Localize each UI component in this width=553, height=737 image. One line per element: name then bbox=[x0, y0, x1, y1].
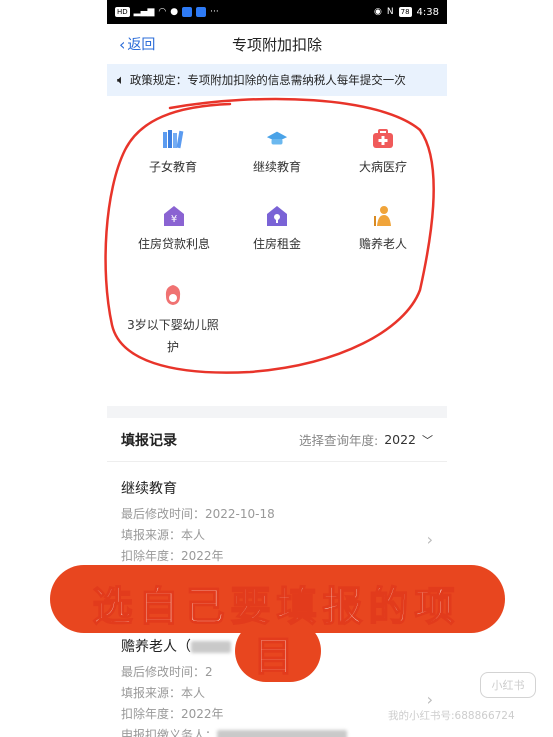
chevron-down-icon: ﹀ bbox=[422, 433, 433, 447]
notice-text: 政策规定：专项附加扣除的信息需纳税人每年提交一次 bbox=[129, 73, 406, 87]
record-withholding-agent: 申报扣缴义务人： bbox=[121, 725, 433, 737]
record-year: 扣除年度：2022年 bbox=[121, 549, 224, 563]
record-modified: 最后修改时间：2022-10-18 bbox=[121, 507, 275, 521]
category-housing-loan-interest[interactable]: ¥ 住房贷款利息 bbox=[129, 205, 219, 252]
speaker-icon: 🔈︎ bbox=[117, 72, 125, 88]
svg-text:¥: ¥ bbox=[171, 214, 177, 225]
category-label: 子女教育 bbox=[148, 160, 197, 174]
more-icon: ··· bbox=[210, 7, 219, 17]
category-label: 住房租金 bbox=[252, 237, 301, 251]
app-notification-icon bbox=[182, 7, 193, 17]
graduation-cap-icon bbox=[266, 128, 288, 150]
app-icon: ● bbox=[170, 7, 179, 17]
record-item[interactable]: 继续教育 最后修改时间：2022-10-18 填报来源：本人 扣除年度：2022… bbox=[107, 478, 447, 567]
mother-baby-icon bbox=[162, 284, 184, 306]
category-elderly-support[interactable]: 赡养老人 bbox=[351, 205, 415, 252]
category-serious-illness[interactable]: 大病医疗 bbox=[351, 128, 415, 175]
wifi-icon: ◠ bbox=[158, 7, 167, 17]
category-label: 赡养老人 bbox=[358, 237, 407, 251]
year-value: 2022 bbox=[384, 432, 416, 447]
back-button[interactable]: ‹ 返回 bbox=[119, 34, 155, 54]
year-prompt: 选择查询年度: bbox=[298, 433, 379, 448]
section-divider bbox=[107, 406, 447, 418]
page-title: 专项附加扣除 bbox=[231, 35, 322, 54]
battery-icon: 78 bbox=[398, 7, 412, 17]
eye-icon: ◉ bbox=[374, 7, 382, 17]
status-bar: HD ▂▄▆ ◠ ● ··· ◉ N 78 4:38 bbox=[107, 0, 447, 24]
category-label-line2: 护 bbox=[166, 340, 179, 354]
nav-bar: ‹ 返回 专项附加扣除 bbox=[107, 24, 447, 64]
category-label: 3岁以下婴幼儿照 bbox=[127, 318, 219, 332]
chevron-right-icon: › bbox=[426, 690, 433, 709]
back-label: 返回 bbox=[127, 37, 156, 53]
house-key-icon bbox=[266, 205, 288, 227]
chevron-right-icon: › bbox=[426, 530, 433, 549]
signal-icon: ▂▄▆ bbox=[133, 7, 155, 17]
medical-kit-icon bbox=[372, 128, 394, 150]
app-notification-icon-2 bbox=[196, 7, 207, 17]
record-year: 扣除年度：2022年 bbox=[121, 707, 224, 721]
category-housing-rent[interactable]: 住房租金 bbox=[245, 205, 309, 252]
watermark-text: 我的小红书号:688866724 bbox=[388, 710, 515, 722]
year-selector[interactable]: 选择查询年度: 2022 ﹀ bbox=[299, 430, 433, 449]
category-label: 继续教育 bbox=[252, 160, 301, 174]
category-label: 住房贷款利息 bbox=[137, 237, 210, 251]
caption-line-2: 目 bbox=[253, 633, 300, 681]
record-source: 填报来源：本人 bbox=[121, 528, 206, 542]
category-continuing-education[interactable]: 继续教育 bbox=[245, 128, 309, 175]
clock: 4:38 bbox=[416, 6, 439, 18]
hd-icon: HD bbox=[115, 7, 130, 17]
record-source: 填报来源：本人 bbox=[121, 686, 206, 700]
elder-person-icon bbox=[372, 205, 394, 227]
category-infant-care[interactable]: 3岁以下婴幼儿照 护 bbox=[117, 284, 229, 358]
redacted-block bbox=[217, 729, 348, 737]
record-title: 继续教育 bbox=[121, 481, 177, 497]
records-title: 填报记录 bbox=[121, 432, 177, 449]
nfc-icon: N bbox=[386, 7, 394, 17]
books-icon bbox=[162, 128, 184, 150]
category-label: 大病医疗 bbox=[358, 160, 407, 174]
chevron-left-icon: ‹ bbox=[119, 34, 126, 54]
policy-notice: 🔈︎ 政策规定：专项附加扣除的信息需纳税人每年提交一次 bbox=[107, 64, 447, 96]
category-child-education[interactable]: 子女教育 bbox=[143, 128, 203, 175]
house-yuan-icon: ¥ bbox=[163, 205, 185, 227]
watermark-logo: 小红书 bbox=[480, 672, 536, 698]
records-header: 填报记录 选择查询年度: 2022 ﹀ bbox=[107, 418, 447, 462]
